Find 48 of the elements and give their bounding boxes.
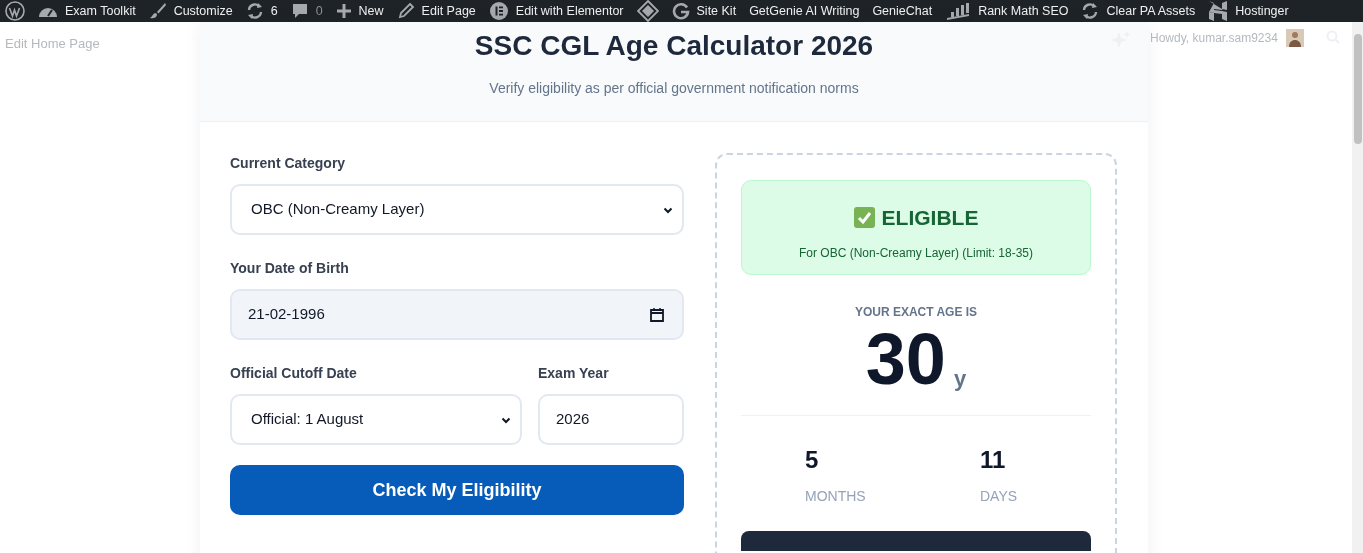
sync-icon xyxy=(1081,2,1100,20)
toolbar-link[interactable]: New xyxy=(358,1,384,21)
date-field[interactable]: 21-02-1996 xyxy=(230,289,684,340)
category-select[interactable]: OBC (Non-Creamy Layer) xyxy=(230,184,684,235)
speech-bubble-icon xyxy=(290,2,309,20)
age-years: 30 xyxy=(865,319,946,399)
plus-icon xyxy=(335,3,352,19)
toolbar-link[interactable]: Edit Page xyxy=(421,1,476,21)
status-detail: For OBC (Non-Creamy Layer) (Limit: 18-35) xyxy=(798,244,1034,262)
field-label: Exam Year xyxy=(538,364,610,383)
pencil-icon xyxy=(396,2,415,20)
age-part-label: DAYS xyxy=(980,487,1019,506)
age-part-value: 11 xyxy=(980,445,1007,475)
status-text: ELIGIBLE xyxy=(881,205,979,231)
sync-icon xyxy=(245,2,264,20)
hostinger-logo-icon xyxy=(1208,0,1229,22)
years-unit: y xyxy=(953,365,967,393)
toolbar-link[interactable]: GenieChat xyxy=(872,1,933,21)
toolbar-link[interactable]: Clear PA Assets xyxy=(1106,1,1196,21)
field-label: Official Cutoff Date xyxy=(230,364,358,383)
toolbar-link[interactable]: Hostinger xyxy=(1235,1,1289,21)
age-part-label: MONTHS xyxy=(805,487,867,506)
toolbar-link[interactable]: Rank Math SEO xyxy=(978,1,1069,21)
toolbar-link[interactable]: GetGenie AI Writing xyxy=(749,1,860,21)
age-label: YOUR EXACT AGE IS xyxy=(854,304,978,321)
brush-icon xyxy=(148,2,167,20)
diamond-icon[interactable] xyxy=(636,0,659,22)
cutoff-select[interactable]: Official: 1 August xyxy=(230,394,522,445)
check-eligibility-button[interactable]: Check My Eligibility xyxy=(230,465,684,515)
toolbar-link[interactable]: 0 xyxy=(315,1,323,21)
page-title: SSC CGL Age Calculator 2026 xyxy=(474,29,874,63)
year-field[interactable]: 2026 xyxy=(538,394,684,445)
calendar-icon[interactable] xyxy=(650,307,664,322)
toolbar-link[interactable]: 6 xyxy=(270,1,278,21)
toolbar-link[interactable]: Customize xyxy=(173,1,233,21)
scrollbar[interactable] xyxy=(1352,22,1363,553)
toolbar-link[interactable]: Site Kit xyxy=(696,1,737,21)
field-label: Current Category xyxy=(230,154,347,173)
subtitle: Verify eligibility as per official government notification norms xyxy=(489,79,859,98)
google-g-icon xyxy=(671,2,690,20)
toolbar-link[interactable]: Edit with Elementor xyxy=(515,1,624,21)
bar-chart-icon xyxy=(945,2,972,20)
toolbar-link[interactable]: Exam Toolkit xyxy=(65,1,136,21)
age-part-value: 5 xyxy=(805,445,820,475)
avatar-icon[interactable] xyxy=(1285,29,1304,47)
check-icon xyxy=(853,207,875,229)
field-label: Your Date of Birth xyxy=(230,259,350,278)
wordpress-logo-icon[interactable] xyxy=(5,1,25,21)
